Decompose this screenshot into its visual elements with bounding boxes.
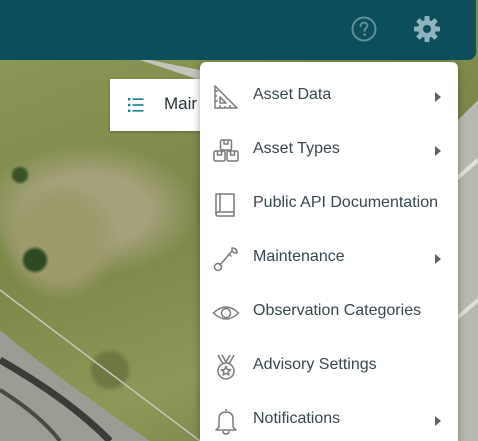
menu-item-label: Public API Documentation [253,194,438,211]
eye-icon [212,306,240,320]
chevron-right-icon [435,146,441,156]
top-bar [0,0,476,60]
gear-icon[interactable] [411,13,443,45]
ruler-triangle-icon [214,85,238,109]
menu-item-label: Advisory Settings [253,356,377,373]
menu-item-label: Asset Types [253,140,340,157]
chevron-right-icon [435,254,441,264]
menu-item-notifications[interactable]: Notifications [200,394,458,441]
menu-item-asset-types[interactable]: Asset Types [200,124,458,178]
boxes-icon [213,139,239,162]
menu-item-observation-categories[interactable]: Observation Categories [200,286,458,340]
chevron-right-icon [435,92,441,102]
menu-item-label: Observation Categories [253,302,422,319]
chevron-right-icon [435,416,441,426]
menu-item-label: Notifications [253,410,341,427]
panel-title: Mair [164,94,198,113]
menu-item-label: Maintenance [253,248,345,265]
menu-item-public-api-documentation[interactable]: Public API Documentation [200,178,458,232]
menu-item-asset-data[interactable]: Asset Data [200,70,458,124]
menu-item-maintenance[interactable]: Maintenance [200,232,458,286]
settings-menu: Asset Data Asset Types Public API Docume… [200,62,458,441]
wrench-icon [213,247,238,272]
book-icon [215,193,235,217]
menu-item-advisory-settings[interactable]: Advisory Settings [200,340,458,394]
bell-icon [215,409,237,435]
list-icon [128,98,144,112]
medal-icon [217,354,235,380]
menu-item-label: Asset Data [253,86,332,103]
help-circle-icon[interactable] [350,15,378,43]
